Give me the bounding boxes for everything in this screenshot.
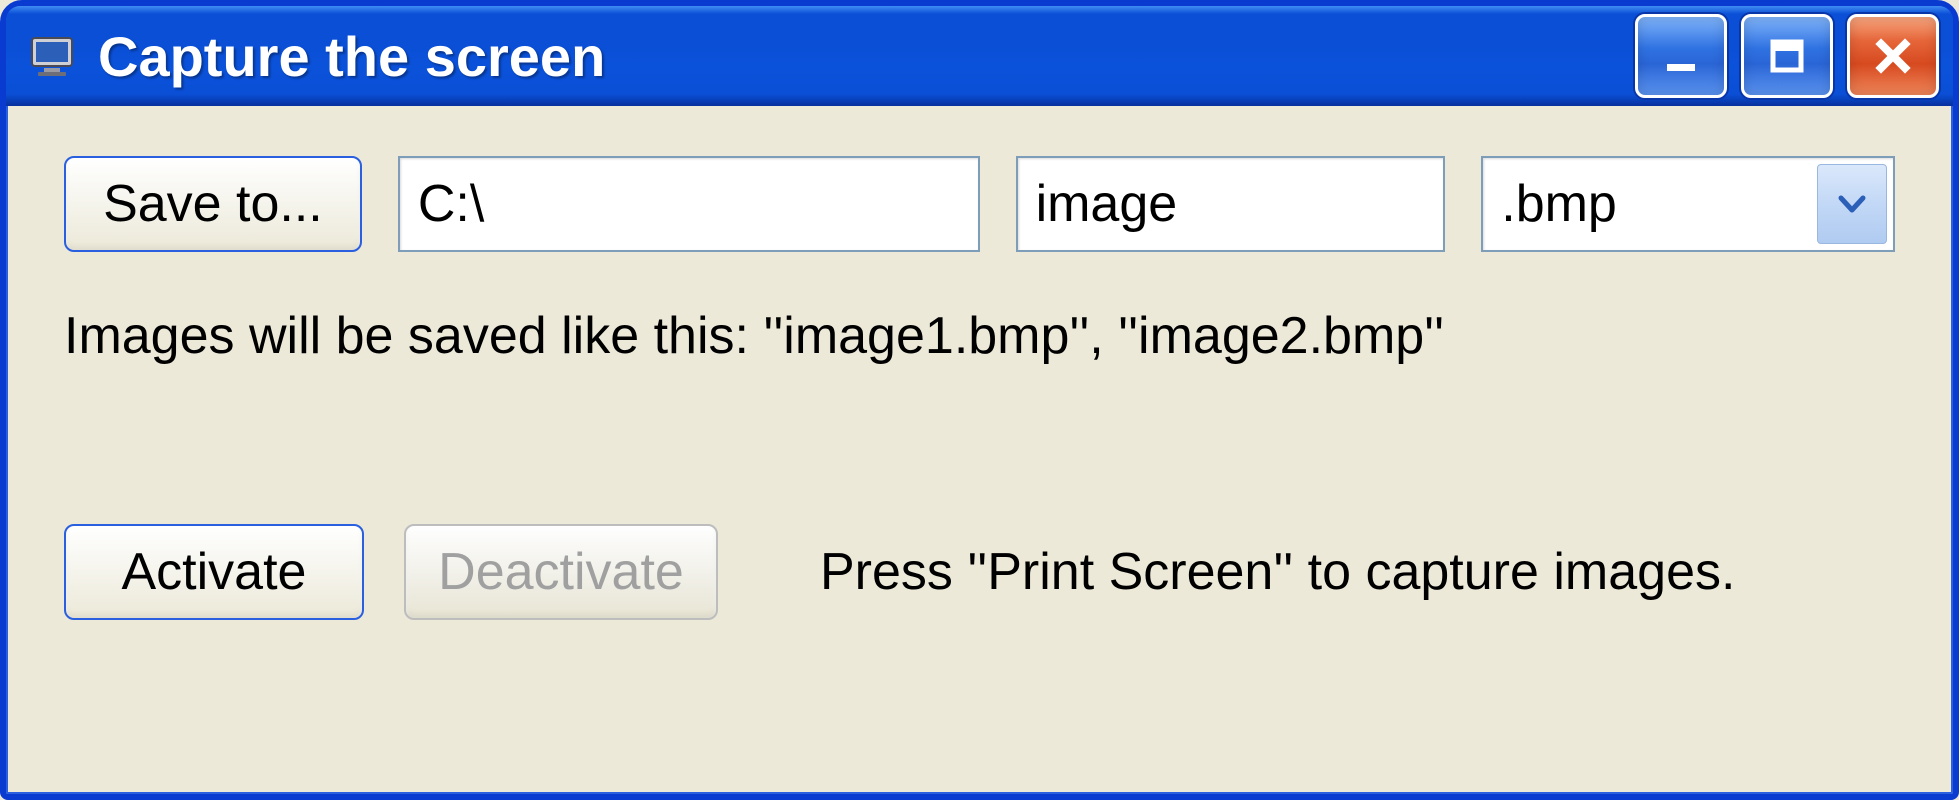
path-value: C:\: [418, 174, 484, 234]
maximize-icon: [1765, 34, 1809, 78]
chevron-down-icon[interactable]: [1817, 164, 1887, 244]
extension-value: .bmp: [1501, 174, 1617, 234]
window-controls: [1635, 14, 1939, 98]
activate-button[interactable]: Activate: [64, 524, 364, 620]
path-input[interactable]: C:\: [398, 156, 980, 252]
capture-instruction: Press ''Print Screen'' to capture images…: [820, 542, 1735, 602]
deactivate-label: Deactivate: [438, 542, 684, 602]
save-to-button[interactable]: Save to...: [64, 156, 362, 252]
deactivate-button[interactable]: Deactivate: [404, 524, 718, 620]
save-to-label: Save to...: [103, 174, 323, 234]
action-row: Activate Deactivate Press ''Print Screen…: [64, 524, 1895, 620]
maximize-button[interactable]: [1741, 14, 1833, 98]
monitor-icon: [28, 32, 76, 80]
activate-label: Activate: [122, 542, 307, 602]
save-pattern-hint: Images will be saved like this: ''image1…: [64, 306, 1895, 366]
filename-input[interactable]: image: [1016, 156, 1446, 252]
client-area: Save to... C:\ image .bmp Images will be…: [12, 106, 1947, 788]
title-bar[interactable]: Capture the screen: [6, 6, 1953, 106]
filename-value: image: [1036, 174, 1178, 234]
minimize-icon: [1659, 34, 1703, 78]
minimize-button[interactable]: [1635, 14, 1727, 98]
extension-select[interactable]: .bmp: [1481, 156, 1895, 252]
window-title: Capture the screen: [98, 24, 1635, 89]
app-window: Capture the screen: [0, 0, 1959, 800]
close-button[interactable]: [1847, 14, 1939, 98]
save-row: Save to... C:\ image .bmp: [64, 156, 1895, 252]
close-icon: [1871, 34, 1915, 78]
